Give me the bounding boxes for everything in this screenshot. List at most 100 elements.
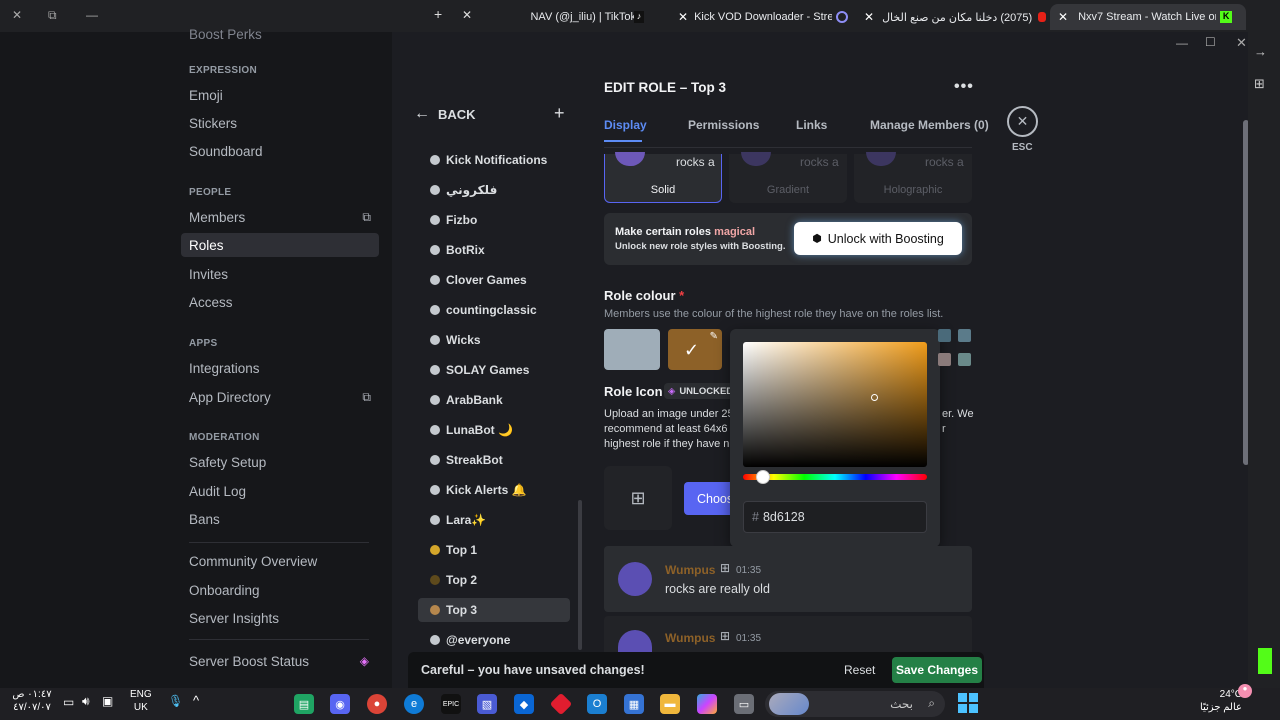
- role-item[interactable]: ArabBank: [418, 388, 570, 412]
- custom-colour-swatch[interactable]: ✓ ✎: [668, 329, 722, 370]
- sidebar-item-server-boost-status[interactable]: Server Boost Status ◈: [181, 649, 379, 673]
- preset-colour-swatch[interactable]: [958, 329, 971, 342]
- sidebar-item-access[interactable]: Access: [181, 290, 379, 314]
- role-item[interactable]: SOLAY Games: [418, 358, 570, 382]
- sidebar-item-stickers[interactable]: Stickers: [181, 111, 379, 135]
- unlock-boosting-button[interactable]: ⬢ Unlock with Boosting: [794, 222, 962, 255]
- copilot-icon[interactable]: [697, 694, 717, 714]
- close-icon[interactable]: ✕: [1236, 35, 1247, 51]
- app-icon[interactable]: [549, 692, 573, 716]
- saturation-area[interactable]: [743, 342, 927, 467]
- sidebar-item-onboarding[interactable]: Onboarding: [181, 578, 379, 602]
- tab-permissions[interactable]: Permissions: [688, 118, 759, 132]
- role-item[interactable]: Wicks: [418, 328, 570, 352]
- sidebar-item-community-overview[interactable]: Community Overview: [181, 549, 379, 573]
- role-item[interactable]: Clover Games: [418, 268, 570, 292]
- close-icon[interactable]: ✕: [12, 8, 22, 22]
- role-item[interactable]: Fizbo: [418, 208, 570, 232]
- tab-kick-vod[interactable]: ✕ Kick VOD Downloader - Stream: [662, 4, 872, 30]
- role-item[interactable]: Kick Alerts 🔔: [418, 478, 570, 502]
- sidebar-item-invites[interactable]: Invites: [181, 262, 379, 286]
- hue-slider[interactable]: [743, 470, 927, 484]
- role-item[interactable]: @everyone: [418, 628, 570, 652]
- store-icon[interactable]: ▦: [624, 694, 644, 714]
- sidebar-item-integrations[interactable]: Integrations: [181, 356, 379, 380]
- maximize-icon[interactable]: ☐: [1205, 35, 1216, 49]
- outlook-icon[interactable]: O: [587, 694, 607, 714]
- tab-close-icon[interactable]: ✕: [462, 8, 472, 22]
- sidebar-item-safety-setup[interactable]: Safety Setup: [181, 450, 379, 474]
- role-item[interactable]: StreakBot: [418, 448, 570, 472]
- chrome-icon[interactable]: ●: [367, 694, 387, 714]
- tab-manage-members[interactable]: Manage Members (0): [870, 118, 989, 132]
- tab-tiktok[interactable]: NAV (@j_iliu) | TikTok ♪: [476, 4, 660, 30]
- chevron-up-icon[interactable]: ^: [193, 693, 199, 708]
- file-explorer-icon[interactable]: ▬: [660, 694, 680, 714]
- role-item[interactable]: Top 3: [418, 598, 570, 622]
- sidebar-item-soundboard[interactable]: Soundboard: [181, 139, 379, 163]
- reset-button[interactable]: Reset: [844, 663, 875, 677]
- discord-icon[interactable]: ◉: [330, 694, 350, 714]
- minimize-icon[interactable]: —: [86, 8, 98, 22]
- language-indicator[interactable]: ENG UK: [130, 688, 152, 714]
- network-icon[interactable]: ▣: [102, 694, 113, 708]
- restore-icon[interactable]: ⧉: [48, 8, 57, 23]
- start-button[interactable]: [958, 693, 978, 713]
- upload-icon-placeholder[interactable]: ⊞: [604, 466, 672, 530]
- save-changes-button[interactable]: Save Changes: [892, 657, 982, 683]
- preset-colour-swatch[interactable]: [958, 353, 971, 366]
- preset-colour-swatch[interactable]: [938, 329, 951, 342]
- tab-youtube[interactable]: ✕ (2075) دخلنا مكان من صنع الخال: [856, 4, 1046, 30]
- hue-handle[interactable]: [756, 470, 770, 484]
- preset-colour-swatch[interactable]: [938, 353, 951, 366]
- epic-games-icon[interactable]: EPIC: [441, 694, 461, 714]
- app-icon[interactable]: ▧: [477, 694, 497, 714]
- sidebar-item-app-directory[interactable]: App Directory ⧉: [181, 385, 379, 409]
- sidebar-item-audit-log[interactable]: Audit Log: [181, 479, 379, 503]
- apps-grid-icon[interactable]: ⊞: [1254, 76, 1265, 92]
- hex-input[interactable]: # 8d6128: [743, 501, 927, 533]
- tab-display[interactable]: Display: [604, 118, 647, 132]
- role-item[interactable]: Top 1: [418, 538, 570, 562]
- style-option-gradient[interactable]: rocks a Gradient: [729, 152, 847, 203]
- role-item[interactable]: فلكروني: [418, 178, 570, 202]
- tab-kick-stream[interactable]: ✕ Nxv7 Stream - Watch Live on Ki K: [1050, 4, 1246, 30]
- role-item[interactable]: BotRix: [418, 238, 570, 262]
- style-option-holographic[interactable]: rocks a Holographic: [854, 152, 972, 203]
- sidebar-item-roles[interactable]: Roles: [181, 233, 379, 257]
- role-item[interactable]: Top 2: [418, 568, 570, 592]
- sidebar-item-members[interactable]: Members ⧉: [181, 205, 379, 229]
- side-widget[interactable]: [1258, 648, 1272, 674]
- clock[interactable]: ٠١:٤٧ ص ٤٧/٠٧/٠٧: [10, 688, 54, 714]
- sidebar-item-boost-perks[interactable]: Boost Perks: [181, 22, 379, 46]
- saturation-handle[interactable]: [871, 394, 878, 401]
- sidebar-item-server-insights[interactable]: Server Insights: [181, 606, 379, 630]
- edge-icon[interactable]: e: [404, 694, 424, 714]
- arrow-right-icon[interactable]: →: [1254, 44, 1267, 59]
- roles-scrollbar[interactable]: [578, 500, 582, 650]
- sidebar-item-bans[interactable]: Bans: [181, 507, 379, 531]
- tab-close-icon[interactable]: ✕: [678, 10, 688, 24]
- tab-links[interactable]: Links: [796, 118, 827, 132]
- tab-close-icon[interactable]: ✕: [1058, 10, 1068, 24]
- battery-icon[interactable]: ▭: [63, 695, 74, 709]
- style-option-solid[interactable]: rocks a Solid: [604, 152, 722, 203]
- microphone-icon[interactable]: 🎙︎: [168, 694, 183, 708]
- new-tab-icon[interactable]: +: [434, 6, 442, 22]
- minimize-icon[interactable]: —: [1176, 36, 1188, 50]
- tab-close-icon[interactable]: ✕: [864, 10, 874, 24]
- role-item[interactable]: Kick Notifications: [418, 148, 570, 172]
- role-item[interactable]: countingclassic: [418, 298, 570, 322]
- close-settings-button[interactable]: ✕: [1007, 106, 1038, 137]
- task-view-icon[interactable]: ▭: [734, 694, 754, 714]
- role-item[interactable]: LunaBot 🌙: [418, 418, 570, 442]
- role-item[interactable]: Lara✨: [418, 508, 570, 532]
- dropbox-icon[interactable]: ◆: [514, 694, 534, 714]
- add-role-button[interactable]: +: [554, 103, 565, 124]
- volume-icon[interactable]: 🔊︎: [82, 694, 90, 709]
- taskbar-search[interactable]: بحث ⌕: [765, 691, 945, 717]
- app-icon[interactable]: ▤: [294, 694, 314, 714]
- default-colour-swatch[interactable]: [604, 329, 660, 370]
- weather-widget[interactable]: 24°C عالم جزئيًا: [1194, 688, 1242, 714]
- more-options-icon[interactable]: •••: [954, 78, 974, 96]
